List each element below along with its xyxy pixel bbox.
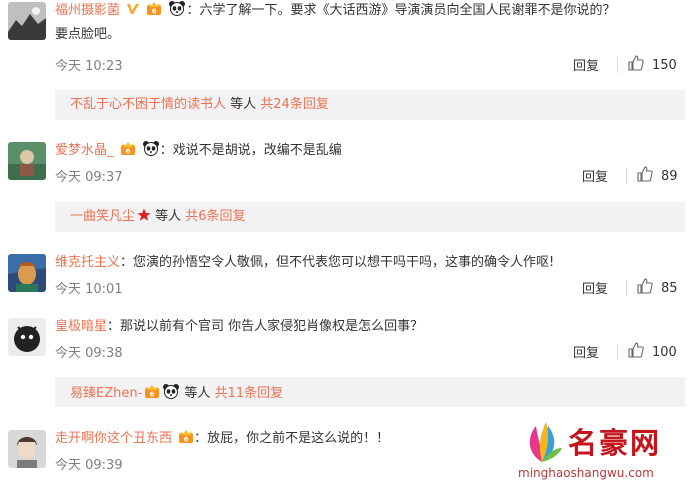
comment-text: 爱梦水晶_ 6 ：戏说不是胡说，改编不是乱编 xyxy=(55,140,680,164)
thumbs-up-icon xyxy=(637,278,653,298)
svg-text:6: 6 xyxy=(184,436,189,444)
comment-meta: 今天 10:23 回复 150 xyxy=(55,55,680,75)
panda-icon xyxy=(162,383,180,405)
like-count: 85 xyxy=(661,280,678,296)
comment-body: ：那说以前有个官司 你告人家侵犯肖像权是怎么回事？ xyxy=(107,319,424,334)
like-count: 89 xyxy=(661,168,678,184)
vip-crown-icon: 6 xyxy=(146,2,162,24)
username-link[interactable]: 皇极暗星 xyxy=(55,319,107,334)
divider xyxy=(626,168,627,184)
comment-body-line2: 要点脸吧。 xyxy=(55,27,121,42)
like-button[interactable]: 100 xyxy=(628,342,677,362)
thumbs-up-icon xyxy=(628,55,644,75)
timestamp: 今天 09:39 xyxy=(55,458,123,473)
username-link[interactable]: 福州摄影菌 xyxy=(55,3,120,18)
username-link[interactable]: 爱梦水晶_ xyxy=(55,143,114,158)
verified-v-icon xyxy=(126,2,140,24)
timestamp: 今天 10:01 xyxy=(55,282,123,297)
sub-replies-box[interactable]: 不乱于心不困于情的读书人 等人 共24条回复 xyxy=(55,90,685,120)
comment-meta: 今天 09:37 回复 89 xyxy=(55,166,680,186)
svg-text:6: 6 xyxy=(150,391,155,399)
watermark-url: minghaoshangwu.com xyxy=(518,466,654,480)
comment-body: ：您演的孙悟空令人敬佩，但不代表您可以想干吗干吗，这事的确令人作呕! xyxy=(120,255,555,270)
sub-reply-user-link[interactable]: 一曲笑凡尘 xyxy=(70,209,135,224)
comment-meta: 今天 09:38 回复 100 xyxy=(55,342,680,362)
sub-replies-box[interactable]: 一曲笑凡尘 等人 共6条回复 xyxy=(55,202,685,232)
reply-button[interactable]: 回复 xyxy=(582,166,608,185)
comment-body: ：戏说不是胡说，改编不是乱编 xyxy=(159,143,342,158)
avatar[interactable] xyxy=(8,430,46,468)
site-watermark: 名豪网 minghaoshangwu.com xyxy=(510,414,685,488)
sub-reply-count-link[interactable]: 共6条回复 xyxy=(185,209,245,224)
avatar[interactable] xyxy=(8,142,46,180)
like-button[interactable]: 89 xyxy=(637,166,678,186)
sub-reply-count-link[interactable]: 共24条回复 xyxy=(260,97,329,112)
divider xyxy=(626,280,627,296)
red-star-icon xyxy=(137,208,151,228)
svg-text:6: 6 xyxy=(125,148,130,156)
timestamp: 今天 10:23 xyxy=(55,59,123,74)
like-count: 150 xyxy=(652,57,677,73)
panda-icon xyxy=(142,140,160,164)
sub-reply-others: 等人 xyxy=(180,386,215,401)
comment-meta: 今天 10:01 回复 85 xyxy=(55,278,680,298)
username-link[interactable]: 维克托主义 xyxy=(55,255,120,270)
comment-text: 维克托主义：您演的孙悟空令人敬佩，但不代表您可以想干吗干吗，这事的确令人作呕! xyxy=(55,252,680,274)
comment-text: 福州摄影菌 6 ：六学了解一下。要求《大话西游》导演演员向全国人民谢罪不是你说的… xyxy=(55,0,680,46)
comment-body: ：放屁，你之前不是这么说的！！ xyxy=(194,431,390,446)
like-count: 100 xyxy=(652,344,677,360)
sub-reply-count-link[interactable]: 共11条回复 xyxy=(215,386,284,401)
vip-crown-icon: 6 xyxy=(178,430,194,452)
like-button[interactable]: 150 xyxy=(628,55,677,75)
thumbs-up-icon xyxy=(628,342,644,362)
reply-button[interactable]: 回复 xyxy=(573,342,599,361)
svg-text:6: 6 xyxy=(152,8,157,16)
avatar[interactable] xyxy=(8,2,46,40)
thumbs-up-icon xyxy=(637,166,653,186)
panda-icon xyxy=(168,0,186,24)
comment-text: 皇极暗星：那说以前有个官司 你告人家侵犯肖像权是怎么回事？ xyxy=(55,316,680,338)
reply-button[interactable]: 回复 xyxy=(573,55,599,74)
divider xyxy=(617,344,618,360)
vip-crown-icon: 6 xyxy=(120,142,136,164)
username-link[interactable]: 走开啊你这个丑东西 xyxy=(55,431,172,446)
timestamp: 今天 09:38 xyxy=(55,346,123,361)
sub-reply-others: 等人 xyxy=(151,209,186,224)
sub-replies-box[interactable]: 易臻EZhen- 6 等人 共11条回复 xyxy=(55,377,685,407)
like-button[interactable]: 85 xyxy=(637,278,678,298)
avatar[interactable] xyxy=(8,254,46,292)
sub-reply-user-link[interactable]: 易臻EZhen- xyxy=(70,386,142,401)
avatar[interactable] xyxy=(8,318,46,356)
sub-reply-others: 等人 xyxy=(226,97,261,112)
comment-body: ：六学了解一下。要求《大话西游》导演演员向全国人民谢罪不是你说的？ xyxy=(186,3,616,18)
divider xyxy=(617,57,618,73)
watermark-title: 名豪网 xyxy=(568,426,662,460)
reply-button[interactable]: 回复 xyxy=(582,278,608,297)
timestamp: 今天 09:37 xyxy=(55,170,123,185)
vip-crown-icon: 6 xyxy=(144,385,160,405)
sub-reply-user-link[interactable]: 不乱于心不困于情的读书人 xyxy=(70,97,226,112)
leaf-logo-icon xyxy=(518,418,566,470)
